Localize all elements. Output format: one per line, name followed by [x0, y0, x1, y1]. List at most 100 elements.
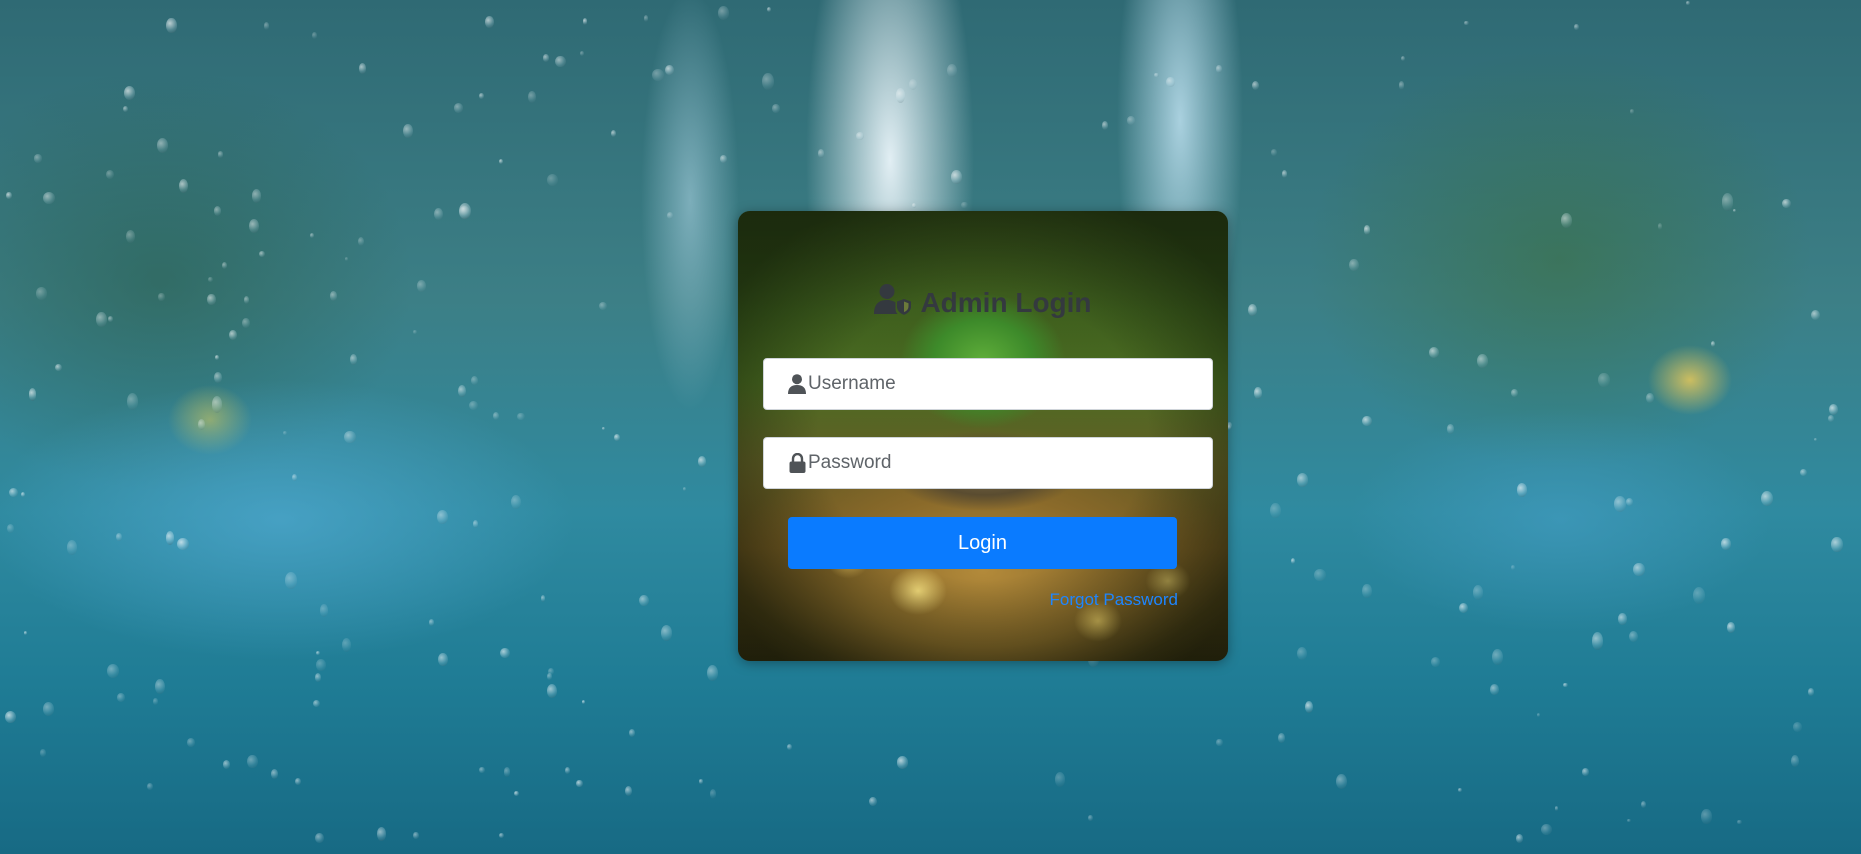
raindrop	[1126, 116, 1136, 125]
raindrop	[106, 169, 115, 179]
username-input[interactable]	[806, 364, 1208, 404]
raindrop	[1430, 656, 1441, 668]
raindrop	[517, 412, 525, 421]
raindrop	[229, 329, 238, 341]
raindrop	[1560, 213, 1572, 228]
raindrop	[613, 433, 620, 441]
raindrop	[243, 295, 250, 304]
raindrop	[403, 123, 414, 138]
raindrop	[1658, 223, 1663, 230]
raindrop	[498, 158, 504, 165]
raindrop	[644, 15, 649, 22]
raindrop	[1701, 809, 1712, 825]
raindrop	[601, 426, 606, 431]
raindrop	[698, 779, 703, 784]
raindrop	[247, 754, 258, 769]
raindrop	[951, 169, 963, 185]
raindrop	[1629, 109, 1635, 114]
raindrop	[1793, 722, 1803, 732]
raindrop	[283, 430, 287, 435]
raindrop	[1808, 688, 1815, 696]
raindrop	[1362, 415, 1372, 426]
raindrop	[1400, 56, 1405, 62]
raindrop	[438, 653, 448, 667]
raindrop	[576, 779, 583, 788]
raindrop	[1278, 732, 1285, 743]
raindrop	[1216, 738, 1223, 747]
raindrop	[198, 419, 206, 431]
raindrop	[1247, 303, 1258, 317]
raindrop	[1270, 502, 1281, 518]
raindrop	[1827, 414, 1835, 422]
raindrop	[314, 672, 322, 683]
username-field[interactable]	[763, 358, 1213, 410]
raindrop	[165, 531, 175, 545]
raindrop	[1628, 630, 1638, 643]
raindrop	[1362, 584, 1372, 598]
raindrop	[349, 354, 357, 366]
raindrop	[1154, 72, 1159, 78]
raindrop	[638, 594, 649, 606]
raindrop	[319, 604, 329, 617]
raindrop	[1428, 347, 1439, 358]
forgot-password-link[interactable]: Forgot Password	[1050, 590, 1179, 610]
raindrop	[1633, 562, 1646, 577]
raindrop	[177, 538, 190, 551]
raindrop	[1254, 387, 1262, 399]
raindrop	[436, 509, 448, 524]
raindrop	[1101, 121, 1108, 131]
raindrop	[555, 56, 566, 68]
raindrop	[1282, 170, 1288, 178]
raindrop	[178, 179, 188, 194]
raindrop	[1296, 647, 1307, 660]
raindrop	[1447, 424, 1454, 434]
raindrop	[1563, 682, 1568, 688]
raindrop	[856, 132, 864, 141]
raindrop	[961, 201, 968, 209]
raindrop	[719, 155, 728, 164]
raindrop	[1054, 772, 1066, 788]
raindrop	[598, 302, 607, 311]
password-field[interactable]	[763, 437, 1213, 489]
raindrop	[1640, 801, 1646, 808]
raindrop	[479, 92, 484, 100]
raindrop	[28, 388, 37, 401]
raindrop	[315, 832, 325, 844]
raindrop	[1761, 491, 1774, 507]
raindrop	[6, 523, 15, 533]
raindrop	[344, 430, 356, 444]
raindrop	[39, 748, 46, 758]
raindrop	[611, 129, 617, 137]
raindrop	[43, 191, 56, 204]
raindrop	[249, 219, 260, 233]
login-title-text: Admin Login	[920, 286, 1092, 318]
raindrop	[1574, 24, 1579, 31]
raindrop	[1398, 80, 1405, 90]
raindrop	[66, 539, 78, 555]
raindrop	[1811, 310, 1821, 321]
raindrop	[1613, 496, 1626, 512]
user-shield-icon	[874, 283, 912, 322]
raindrop	[1727, 622, 1736, 633]
raindrop	[666, 211, 673, 219]
password-input[interactable]	[806, 443, 1208, 483]
login-button[interactable]: Login	[788, 517, 1177, 569]
raindrop	[767, 7, 772, 13]
raindrop	[683, 487, 687, 492]
raindrop	[55, 364, 63, 372]
raindrop	[312, 31, 318, 40]
raindrop	[1737, 819, 1742, 825]
raindrop	[208, 277, 213, 283]
raindrop	[453, 103, 464, 113]
raindrop	[664, 65, 674, 76]
lock-icon	[788, 452, 806, 474]
raindrop	[869, 796, 877, 807]
raindrop	[154, 678, 165, 695]
raindrop	[908, 78, 918, 91]
raindrop	[126, 230, 136, 243]
raindrop	[1710, 341, 1715, 347]
raindrop	[1251, 80, 1260, 91]
raindrop	[434, 208, 444, 221]
raindrop	[503, 767, 511, 777]
raindrop	[285, 571, 298, 589]
